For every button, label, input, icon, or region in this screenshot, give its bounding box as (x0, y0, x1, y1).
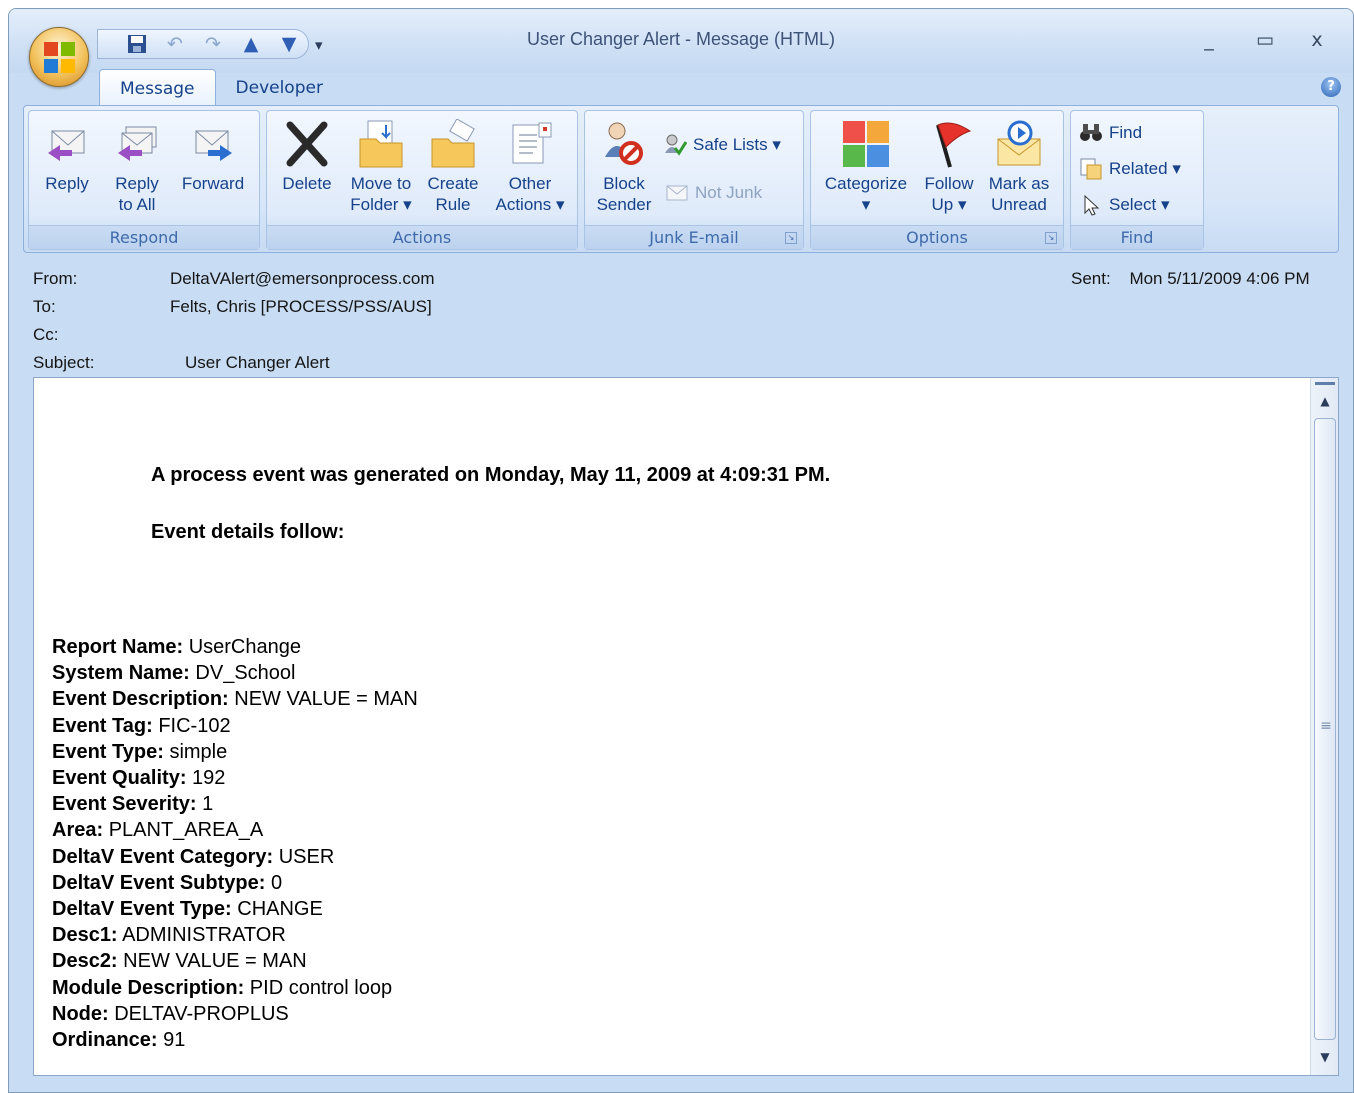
reply-button[interactable]: Reply (35, 119, 99, 223)
scrollbar-thumb[interactable]: ≡ (1314, 418, 1336, 1040)
junk-dialog-launcher-icon[interactable]: ↘ (785, 232, 797, 244)
detail-deltav-event-subtype: DeltaV Event Subtype: 0 (52, 871, 283, 894)
close-button[interactable]: x (1297, 29, 1337, 55)
move-folder-icon (356, 119, 406, 169)
respond-group-label: Respond (29, 225, 259, 249)
categorize-icon (841, 119, 891, 169)
create-rule-button[interactable]: Create Rule (421, 118, 485, 223)
delete-x-icon (282, 119, 332, 169)
detail-event-tag: Event Tag: FIC-102 (52, 714, 231, 737)
safe-lists-icon (663, 133, 688, 157)
detail-desc1: Desc1: ADMINISTRATOR (52, 924, 286, 947)
create-rule-icon (428, 118, 478, 169)
subject-label: Subject: (33, 353, 95, 372)
select-button[interactable]: Select ▾ (1079, 191, 1170, 219)
sent-value: Mon 5/11/2009 4:06 PM (1129, 269, 1310, 288)
event-details-list: Report Name: UserChange System Name: DV_… (52, 634, 418, 1053)
options-group-label: Options ↘ (811, 225, 1063, 249)
actions-group-label: Actions (267, 225, 577, 249)
outlook-message-window: ↶ ↷ ▲ ▼ ▾ User Changer Alert - Message (… (8, 8, 1354, 1093)
detail-report-name: Report Name: UserChange (52, 636, 301, 658)
subject-value: User Changer Alert (185, 353, 330, 372)
reply-all-button[interactable]: Reply to All (105, 119, 169, 223)
related-icon (1079, 157, 1103, 181)
forward-icon (188, 119, 238, 169)
from-label: From: (33, 269, 78, 288)
detail-system-name: System Name: DV_School (52, 662, 296, 685)
follow-up-button[interactable]: Follow Up ▾ (919, 119, 979, 223)
maximize-button[interactable]: ▭ (1245, 29, 1285, 55)
not-junk-icon (665, 181, 689, 205)
categorize-button[interactable]: Categorize ▾ (817, 119, 915, 223)
detail-deltav-event-type: DeltaV Event Type: CHANGE (52, 898, 323, 921)
message-body: A process event was generated on Monday,… (33, 377, 1339, 1076)
find-button[interactable]: Find (1079, 119, 1142, 147)
to-value[interactable]: Felts, Chris [PROCESS/PSS/AUS] (170, 295, 432, 319)
detail-event-quality: Event Quality: 192 (52, 767, 226, 790)
detail-deltav-event-category: DeltaV Event Category: USER (52, 845, 335, 868)
mark-unread-icon (994, 119, 1044, 169)
window-title: User Changer Alert - Message (HTML) (526, 29, 836, 49)
event-details-heading: Event details follow: (151, 521, 345, 543)
follow-up-flag-icon (924, 119, 974, 169)
binoculars-icon (1079, 121, 1103, 145)
detail-event-severity: Event Severity: 1 (52, 793, 214, 816)
tab-developer[interactable]: Developer (216, 69, 343, 107)
options-dialog-launcher-icon[interactable]: ↘ (1045, 232, 1057, 244)
not-junk-button[interactable]: Not Junk (665, 179, 762, 207)
scrollbar-grip-icon: ≡ (1320, 718, 1332, 734)
find-group-label: Find (1071, 225, 1203, 249)
block-sender-button[interactable]: Block Sender (587, 119, 661, 223)
forward-button[interactable]: Forward (175, 119, 251, 223)
detail-event-description: Event Description: NEW VALUE = MAN (52, 688, 418, 711)
junk-email-group-label: Junk E-mail ↘ (585, 225, 803, 249)
cursor-arrow-icon (1079, 193, 1103, 217)
message-content: A process event was generated on Monday,… (34, 378, 1310, 1075)
to-label: To: (33, 297, 56, 316)
tab-message[interactable]: Message (99, 69, 216, 107)
message-header: From: DeltaVAlert@emersonprocess.com To:… (9, 259, 1353, 377)
find-group: Find Related ▾ Select ▾ Find (1070, 110, 1204, 250)
scrollbar-top-marker (1315, 382, 1335, 385)
minimize-button[interactable]: _ (1189, 29, 1229, 55)
reply-all-icon (112, 119, 162, 169)
detail-module-description: Module Description: PID control loop (52, 976, 393, 999)
from-value[interactable]: DeltaVAlert@emersonprocess.com (170, 267, 434, 291)
delete-button[interactable]: Delete (273, 119, 341, 223)
detail-ordinance: Ordinance: 91 (52, 1029, 186, 1052)
ribbon: Reply Reply to All Forward Respond Delet… (23, 105, 1339, 253)
office-button[interactable] (29, 27, 89, 87)
event-intro-text: A process event was generated on Monday,… (151, 464, 831, 486)
junk-email-group: Block Sender Safe Lists ▾ Not Junk Junk … (584, 110, 804, 250)
sent-label: Sent: (1071, 269, 1111, 288)
vertical-scrollbar[interactable]: ▲ ≡ ▼ (1310, 378, 1338, 1075)
detail-area: Area: PLANT_AREA_A (52, 819, 264, 842)
other-actions-icon (505, 119, 555, 169)
detail-node: Node: DELTAV-PROPLUS (52, 1002, 289, 1025)
help-icon[interactable]: ? (1321, 77, 1341, 97)
related-button[interactable]: Related ▾ (1079, 155, 1181, 183)
sent-row: Sent: Mon 5/11/2009 4:06 PM (1071, 267, 1310, 291)
scroll-down-arrow-icon[interactable]: ▼ (1311, 1046, 1339, 1068)
move-to-folder-button[interactable]: Move to Folder ▾ (343, 119, 419, 223)
detail-desc2: Desc2: NEW VALUE = MAN (52, 950, 307, 973)
options-group: Categorize ▾ Follow Up ▾ Mark as Unread … (810, 110, 1064, 250)
cc-label: Cc: (33, 325, 59, 344)
respond-group: Reply Reply to All Forward Respond (28, 110, 260, 250)
office-logo-icon (44, 42, 76, 74)
mark-as-unread-button[interactable]: Mark as Unread (983, 119, 1055, 223)
actions-group: Delete Move to Folder ▾ Create Rule Othe… (266, 110, 578, 250)
safe-lists-button[interactable]: Safe Lists ▾ (663, 131, 781, 159)
detail-event-type: Event Type: simple (52, 740, 228, 763)
block-sender-icon (599, 119, 649, 169)
other-actions-button[interactable]: Other Actions ▾ (489, 119, 571, 223)
reply-icon (42, 119, 92, 169)
scroll-up-arrow-icon[interactable]: ▲ (1311, 390, 1339, 412)
ribbon-tabs: Message Developer (99, 69, 343, 107)
